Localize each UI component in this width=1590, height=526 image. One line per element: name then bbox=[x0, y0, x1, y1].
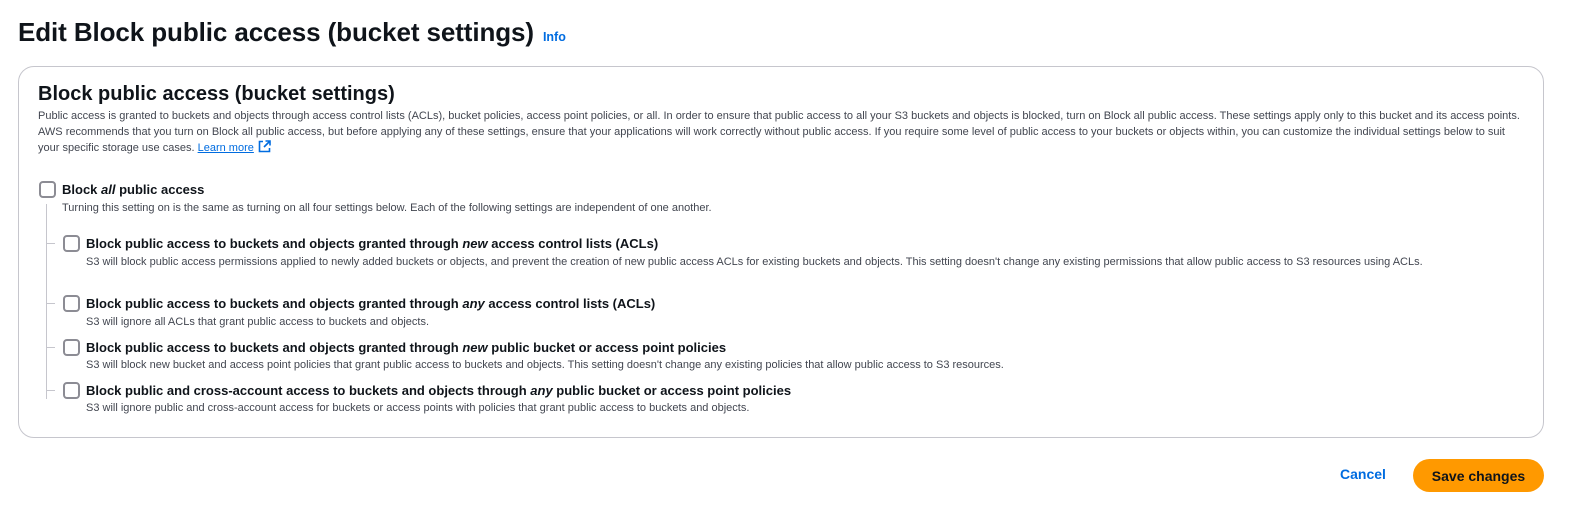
tree-branch bbox=[46, 303, 55, 304]
external-link-icon bbox=[258, 140, 271, 153]
tree-branch bbox=[46, 390, 55, 391]
block-new-acls-checkbox[interactable] bbox=[63, 235, 80, 252]
option-label-suffix: access control lists (ACLs) bbox=[484, 296, 656, 311]
tree-connector bbox=[46, 204, 47, 399]
panel-description: Public access is granted to buckets and … bbox=[38, 109, 1528, 157]
block-new-policies-label: Block public access to buckets and objec… bbox=[86, 340, 726, 355]
option-label-suffix: public bucket or access point policies bbox=[487, 340, 727, 355]
block-any-acls-description: S3 will ignore all ACLs that grant publi… bbox=[86, 316, 430, 328]
page-header: Edit Block public access (bucket setting… bbox=[18, 17, 566, 48]
block-all-label-suffix: public access bbox=[115, 182, 205, 197]
page: Edit Block public access (bucket setting… bbox=[0, 0, 1590, 526]
option-label-suffix: public bucket or access point policies bbox=[552, 383, 792, 398]
block-cross-account-description: S3 will ignore public and cross-account … bbox=[86, 402, 750, 414]
block-public-access-panel: Block public access (bucket settings) Pu… bbox=[18, 66, 1544, 438]
block-all-label-prefix: Block bbox=[62, 182, 102, 197]
option-label-emphasis: any bbox=[462, 296, 485, 311]
option-label-emphasis: new bbox=[462, 236, 488, 251]
block-all-label-emphasis: all bbox=[101, 182, 116, 197]
learn-more-label: Learn more bbox=[197, 142, 254, 154]
tree-branch bbox=[46, 347, 55, 348]
tree-branch bbox=[46, 243, 55, 244]
option-label-suffix: access control lists (ACLs) bbox=[487, 236, 659, 251]
option-label-prefix: Block public access to buckets and objec… bbox=[86, 340, 463, 355]
block-cross-account-label: Block public and cross-account access to… bbox=[86, 383, 791, 398]
option-label-emphasis: any bbox=[530, 383, 553, 398]
option-label-prefix: Block public and cross-account access to… bbox=[86, 383, 531, 398]
block-new-acls-label: Block public access to buckets and objec… bbox=[86, 236, 658, 251]
block-new-policies-description: S3 will block new bucket and access poin… bbox=[86, 359, 1004, 371]
save-changes-button[interactable]: Save changes bbox=[1413, 459, 1544, 492]
panel-title: Block public access (bucket settings) bbox=[38, 83, 395, 105]
option-label-prefix: Block public access to buckets and objec… bbox=[86, 236, 463, 251]
block-all-checkbox[interactable] bbox=[39, 181, 56, 198]
page-title: Edit Block public access (bucket setting… bbox=[18, 17, 534, 47]
option-label-emphasis: new bbox=[462, 340, 488, 355]
info-link[interactable]: Info bbox=[543, 30, 566, 44]
block-all-label: Block all public access bbox=[62, 182, 204, 197]
block-new-acls-description: S3 will block public access permissions … bbox=[86, 256, 1423, 268]
block-all-description: Turning this setting on is the same as t… bbox=[62, 202, 712, 214]
block-new-policies-checkbox[interactable] bbox=[63, 339, 80, 356]
cancel-button[interactable]: Cancel bbox=[1340, 466, 1386, 482]
option-label-prefix: Block public access to buckets and objec… bbox=[86, 296, 463, 311]
block-any-acls-label: Block public access to buckets and objec… bbox=[86, 296, 655, 311]
block-any-acls-checkbox[interactable] bbox=[63, 295, 80, 312]
learn-more-link[interactable]: Learn more bbox=[197, 140, 271, 154]
block-cross-account-checkbox[interactable] bbox=[63, 382, 80, 399]
